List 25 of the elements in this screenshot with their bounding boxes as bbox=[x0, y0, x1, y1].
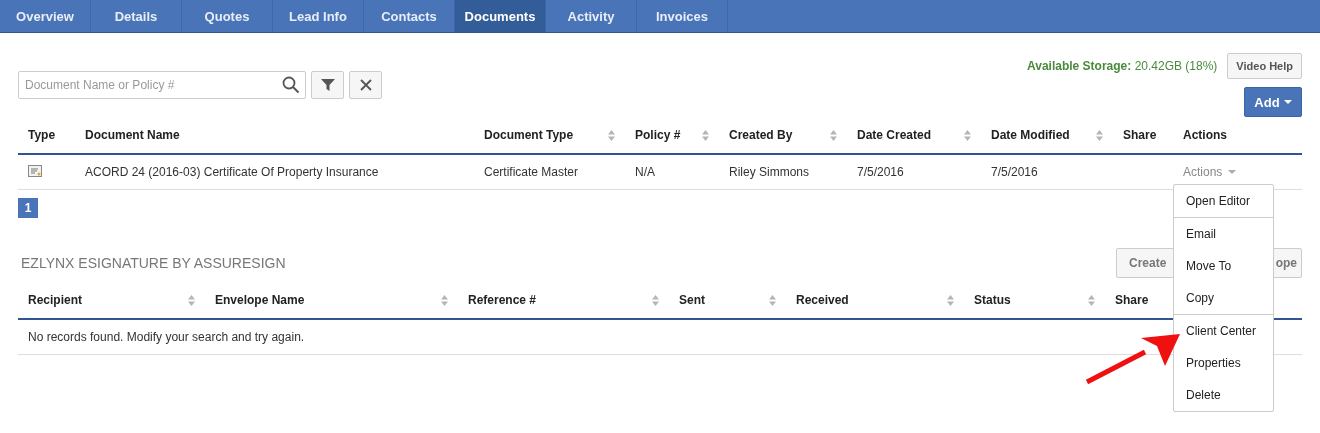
section-title: EZLYNX ESIGNATURE BY ASSURESIGN bbox=[20, 255, 286, 271]
column-header: Recipient bbox=[28, 293, 82, 307]
column-header: Status bbox=[974, 293, 1011, 307]
date-modified: 7/5/2016 bbox=[991, 165, 1038, 179]
document-name: ACORD 24 (2016-03) Certificate Of Property Insurance bbox=[85, 165, 379, 179]
date-created: 7/5/2016 bbox=[857, 165, 904, 179]
storage-info: Available Storage: 20.42GB (18%) bbox=[1027, 59, 1218, 73]
empty-message: No records found. Modify your search and try again. bbox=[27, 330, 306, 344]
column-header: Share bbox=[1115, 293, 1149, 307]
column-header: Sent bbox=[679, 293, 705, 307]
created-by: Riley Simmons bbox=[729, 165, 809, 179]
column-header: Created By bbox=[729, 128, 793, 142]
column-header: Date Modified bbox=[991, 128, 1070, 142]
column-header: Type bbox=[28, 128, 56, 142]
policy-number: N/A bbox=[635, 165, 655, 179]
column-header: Policy # bbox=[635, 128, 681, 142]
column-header: Actions bbox=[1183, 128, 1227, 142]
column-header: Document Name bbox=[85, 128, 180, 142]
document-type: Certificate Master bbox=[484, 165, 579, 179]
column-header: Share bbox=[1123, 128, 1157, 142]
column-header: Envelope Name bbox=[215, 293, 305, 307]
column-header: Date Created bbox=[857, 128, 932, 142]
column-header: Reference # bbox=[468, 293, 537, 307]
column-header: Received bbox=[796, 293, 849, 307]
column-header: Document Type bbox=[484, 128, 574, 142]
